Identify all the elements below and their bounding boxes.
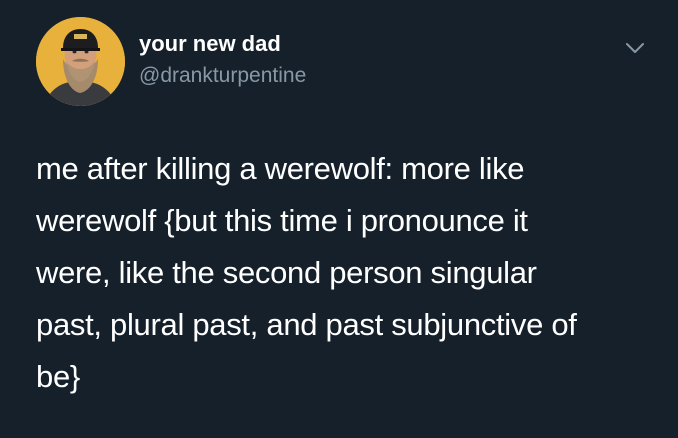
author-display-name[interactable]: your new dad [139,30,281,58]
tweet-text-line: past, plural past, and past subjunctive … [36,307,577,342]
chevron-down-icon[interactable] [622,38,648,58]
tweet-text-line: were, like the second person singular [36,255,537,290]
tweet-card: your new dad @drankturpentine me after k… [0,0,678,438]
tweet-text-line: be} [36,359,80,394]
tweet-text-line: werewolf {but this time i pronounce it [36,203,528,238]
bearded-man-avatar-icon [36,17,125,106]
author-handle[interactable]: @drankturpentine [139,62,306,90]
tweet-text: me after killing a werewolf: more like w… [36,143,666,403]
avatar[interactable] [36,17,125,106]
tweet-text-line: me after killing a werewolf: more like [36,151,525,186]
